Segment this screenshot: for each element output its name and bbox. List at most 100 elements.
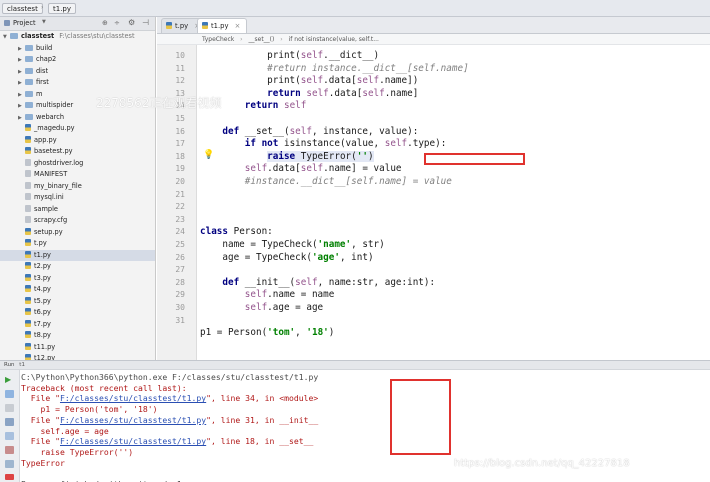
folder-icon — [25, 79, 33, 85]
folder-icon — [25, 90, 33, 97]
breadcrumb-class[interactable]: TypeCheck — [202, 36, 234, 43]
run-tab-t1[interactable]: t1 — [19, 362, 25, 368]
ide-window: classtest › t1.py Project ▼ ⊕ ÷ ⚙ ⊣ ▼ cla… — [0, 0, 710, 482]
line-number: 18 — [175, 151, 185, 161]
tree-item-basetest-py[interactable]: basetest.py — [0, 146, 155, 158]
code-line[interactable]: print(self.data[self.name]) — [200, 75, 418, 88]
tree-item-dist[interactable]: ▶ dist — [0, 66, 155, 78]
tree-item-manifest[interactable]: MANIFEST — [0, 169, 155, 181]
tree-item-t1-py[interactable]: t1.py — [0, 249, 155, 261]
line-number: 19 — [175, 164, 185, 174]
file-icon — [25, 170, 31, 177]
tree-item-label: t3.py — [34, 273, 51, 282]
tree-item-ghostdriver-log[interactable]: ghostdriver.log — [0, 158, 155, 170]
hide-panel-icon[interactable]: ⊣ — [142, 18, 149, 27]
code-line[interactable]: self.name = name — [200, 289, 335, 302]
console-line: p1 = Person('tom', '18') — [21, 404, 158, 415]
code-line[interactable]: self.age = age — [200, 302, 323, 315]
tree-item-label: first — [36, 78, 49, 86]
tree-item-label: ghostdriver.log — [34, 158, 84, 167]
tree-root[interactable]: ▼ classtest F:\classes\stu\classtest — [0, 31, 155, 43]
tree-item-t3-py[interactable]: t3.py — [0, 273, 155, 285]
pin-icon[interactable] — [5, 446, 14, 454]
scroll-up-icon[interactable] — [5, 390, 14, 398]
tab-t1-py[interactable]: t1.py × — [197, 18, 248, 33]
tree-item-webarch[interactable]: ▶ webarch — [0, 112, 155, 124]
tree-item-chap2[interactable]: ▶ chap2 — [0, 54, 155, 66]
tree-item--magedu-py[interactable]: _magedu.py — [0, 123, 155, 135]
site-watermark: https://blog.csdn.net/qq_42227818 — [454, 458, 630, 469]
tree-item-t8-py[interactable]: t8.py — [0, 330, 155, 342]
code-line[interactable]: raise TypeError('') — [200, 150, 374, 164]
console-line: File "F:/classes/stu/classtest/t1.py", l… — [21, 436, 314, 447]
tree-item-t6-py[interactable]: t6.py — [0, 307, 155, 319]
tree-item-first[interactable]: ▶ first — [0, 77, 155, 89]
line-number: 20 — [175, 177, 185, 186]
gear-icon[interactable]: ⚙ — [128, 18, 135, 27]
tree-item-label: _magedu.py — [34, 124, 75, 132]
line-number: 15 — [175, 114, 185, 123]
scroll-from-source-icon[interactable]: ÷ — [114, 19, 120, 27]
pause-icon[interactable] — [5, 418, 14, 426]
stop-icon[interactable] — [5, 404, 14, 412]
code-line[interactable]: print(self.__dict__) — [200, 50, 379, 63]
tree-item-scrapy-cfg[interactable]: scrapy.cfg — [0, 215, 155, 227]
editor-breadcrumb: TypeCheck › __set__() › if not isinstanc… — [157, 34, 710, 45]
folder-icon — [25, 113, 33, 120]
soft-wrap-icon[interactable] — [5, 432, 14, 440]
file-icon — [25, 158, 31, 166]
line-number: 27 — [175, 265, 185, 275]
tree-item-setup-py[interactable]: setup.py — [0, 227, 155, 239]
python-file-icon — [25, 342, 31, 350]
tree-item-label: basetest.py — [34, 147, 73, 155]
code-line[interactable]: #return instance.__dict__[self.name] — [200, 63, 469, 76]
close-run-icon[interactable] — [5, 474, 14, 480]
nav-crumb-project[interactable]: classtest — [2, 3, 43, 14]
tree-item-t11-py[interactable]: t11.py — [0, 342, 155, 354]
code-editor[interactable]: print(self.__dict__) #return instance.__… — [198, 45, 710, 360]
dropdown-arrow-icon[interactable]: ▼ — [42, 19, 46, 25]
tree-item-t2-py[interactable]: t2.py — [0, 261, 155, 273]
python-file-icon — [202, 22, 208, 29]
code-line[interactable]: name = TypeCheck('name', str) — [200, 239, 384, 252]
tree-item-t-py[interactable]: t.py — [0, 238, 155, 250]
breadcrumb-method[interactable]: __set__() — [249, 36, 275, 43]
code-line[interactable]: return self.data[self.name] — [200, 88, 418, 101]
code-line[interactable]: def __init__(self, name:str, age:int): — [200, 277, 435, 290]
collapse-all-icon[interactable]: ⊕ — [102, 19, 108, 27]
tree-item-label: app.py — [34, 135, 57, 144]
print-icon[interactable] — [5, 460, 14, 468]
tree-item-label: mysql.ini — [34, 193, 64, 201]
python-file-icon — [25, 227, 31, 235]
tree-item-t7-py[interactable]: t7.py — [0, 319, 155, 331]
tree-item-sample[interactable]: sample — [0, 204, 155, 216]
project-view-label[interactable]: Project — [13, 19, 36, 27]
code-line[interactable]: p1 = Person('tom', '18') — [200, 327, 334, 340]
line-number: 28 — [175, 277, 185, 287]
nav-crumb-file[interactable]: t1.py — [48, 3, 77, 14]
code-line[interactable]: if not isinstance(value, self.type): — [200, 138, 447, 151]
close-icon[interactable]: × — [235, 22, 241, 30]
tree-item-label: sample — [34, 204, 58, 213]
code-line[interactable]: def __set__(self, instance, value): — [200, 126, 418, 139]
code-line[interactable]: age = TypeCheck('age', int) — [200, 252, 373, 265]
breadcrumb-statement[interactable]: if not isinstance(value, self.t... — [289, 36, 379, 43]
code-line[interactable]: class Person: — [200, 226, 273, 239]
tree-item-t4-py[interactable]: t4.py — [0, 284, 155, 296]
tree-item-build[interactable]: ▶ build — [0, 43, 155, 55]
console-line: C:\Python\Python366\python.exe F:/classe… — [21, 372, 319, 382]
root-name: classtest — [21, 32, 55, 40]
tree-item-label: MANIFEST — [34, 170, 68, 178]
tree-item-mysql-ini[interactable]: mysql.ini — [0, 192, 155, 204]
tree-item-label: t8.py — [34, 331, 51, 339]
code-line[interactable]: self.data[self.name] = value — [200, 163, 402, 176]
code-line[interactable]: #instance.__dict__[self.name] = value — [200, 176, 452, 189]
lightbulb-icon[interactable]: 💡 — [203, 150, 214, 160]
tree-item-t5-py[interactable]: t5.py — [0, 296, 155, 308]
rerun-icon[interactable]: ▶ — [5, 376, 14, 384]
tree-item-app-py[interactable]: app.py — [0, 135, 155, 147]
folder-icon — [25, 102, 33, 108]
tree-item-label: m — [36, 89, 43, 98]
tree-item-t12-py[interactable]: t12.py — [0, 353, 155, 360]
tree-item-my-binary-file[interactable]: my_binary_file — [0, 181, 155, 193]
